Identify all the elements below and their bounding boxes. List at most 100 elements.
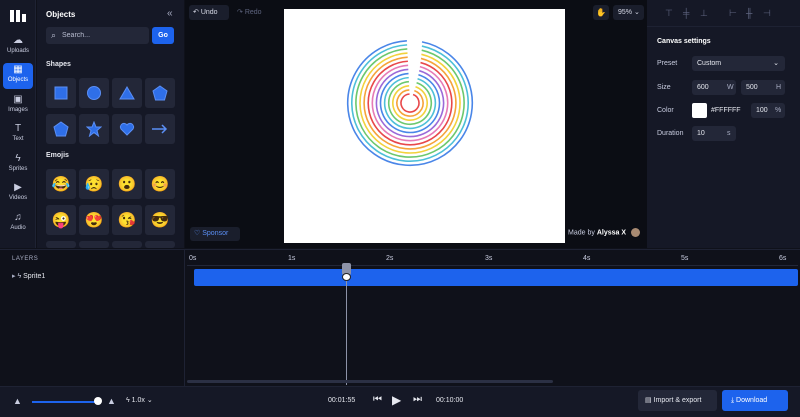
emoji-tile[interactable]: 😎 (145, 205, 175, 235)
rail-item-label: Sprites (8, 166, 28, 172)
align-middle-icon[interactable]: ╪ (683, 8, 689, 18)
mountain-small-icon: ▲ (13, 396, 22, 406)
zoom-slider-track[interactable] (32, 401, 98, 403)
cloud-upload-icon: ☁ (13, 35, 23, 46)
hand-tool-icon[interactable]: ✋ (593, 5, 609, 20)
search-icon: ⌕ (51, 30, 57, 40)
avatar (630, 228, 640, 237)
rail-item-label: Audio (10, 225, 26, 231)
emoji-tile-partial[interactable] (79, 241, 109, 248)
emoji-tile[interactable]: 😘 (112, 205, 142, 235)
align-left-icon[interactable]: ⊢ (729, 8, 737, 19)
rail-item-images[interactable]: ▣ Images (3, 93, 33, 119)
shape-arrow[interactable] (145, 114, 175, 144)
emoji-tile-partial[interactable] (145, 241, 175, 248)
align-bottom-icon[interactable]: ⊥ (700, 8, 708, 19)
ruler-tick: 3s (485, 255, 493, 262)
preset-select[interactable]: Custom ⌄ (692, 56, 785, 71)
emoji-tile[interactable]: 😍 (79, 205, 109, 235)
collapse-panel-icon[interactable]: « (167, 8, 173, 19)
layer-row[interactable]: ▸ ϟ Sprite1 (12, 272, 45, 280)
tool-rail: ☁ Uploads ▦ Objects ▣ Images T Text ϟ Sp… (0, 0, 36, 248)
canvas-board[interactable] (284, 9, 565, 243)
panel-title: Objects (46, 10, 76, 19)
rail-item-objects[interactable]: ▦ Objects (3, 63, 33, 89)
zoom-slider-handle[interactable] (94, 397, 102, 405)
spiral-ring (375, 68, 445, 138)
chevron-down-icon: ⌄ (144, 397, 153, 404)
star-icon (86, 121, 102, 137)
sprite-track-bar[interactable] (194, 269, 798, 286)
chevron-down-icon: ⌄ (773, 60, 779, 67)
ruler-tick: 6s (779, 255, 787, 262)
ruler-tick: 2s (386, 255, 394, 262)
end-time: 00:10:00 (436, 397, 464, 404)
undo-button[interactable]: ↶ Undo (189, 5, 229, 20)
heart-icon (119, 122, 135, 136)
shape-heart[interactable] (112, 114, 142, 144)
color-hex-field[interactable]: #FFFFFF (707, 103, 748, 118)
chevron-down-icon: ⌄ (633, 9, 640, 16)
shape-square[interactable] (46, 78, 76, 108)
zoom-select[interactable]: 95% ⌄ (613, 5, 644, 20)
download-button[interactable]: ⤓ Download (722, 390, 788, 411)
emoji-tile[interactable]: 😜 (46, 205, 76, 235)
shape-circle[interactable] (79, 78, 109, 108)
emoji-tile-partial[interactable] (112, 241, 142, 248)
skip-back-icon[interactable]: ⏮ (373, 394, 382, 405)
search-input[interactable] (62, 29, 146, 42)
rail-item-label: Images (8, 107, 28, 113)
objects-panel: Objects « ⌕ Go Shapes E (37, 0, 219, 248)
shape-pentagon[interactable] (145, 78, 175, 108)
rail-item-label: Videos (8, 195, 28, 201)
speed-select[interactable]: ϟ 1.0x ⌄ (126, 396, 153, 404)
ruler-tick: 1s (288, 255, 296, 262)
opacity-value: 100 (756, 107, 768, 114)
save-icon: ▤ (645, 397, 654, 404)
emoji-tile[interactable]: 😊 (145, 169, 175, 199)
shape-star[interactable] (79, 114, 109, 144)
preset-label: Preset (657, 60, 678, 67)
rail-item-audio[interactable]: ♫ Audio (3, 211, 33, 237)
height-value: 500 (746, 84, 758, 91)
preset-value: Custom (697, 60, 722, 67)
layer-name: Sprite1 (23, 273, 46, 280)
go-button[interactable]: Go (152, 27, 174, 44)
ruler-tick: 4s (583, 255, 591, 262)
made-by-credit[interactable]: Made by Alyssa X (568, 228, 640, 237)
emoji-tile[interactable]: 😮 (112, 169, 142, 199)
bars-logo-icon[interactable] (9, 9, 27, 23)
rail-item-label: Uploads (6, 48, 29, 54)
made-by-name: Alyssa X (596, 229, 626, 237)
emoji-tile-partial[interactable] (46, 241, 76, 248)
align-center-icon[interactable]: ╫ (746, 8, 752, 18)
skip-forward-icon[interactable]: ⏭ (413, 394, 422, 405)
shape-pentagon-outline[interactable] (46, 114, 76, 144)
align-top-icon[interactable]: ⊤ (665, 8, 673, 19)
circle-icon (87, 86, 101, 100)
keyframe-handle[interactable] (342, 273, 351, 281)
spiral-ring (346, 39, 474, 167)
shape-triangle[interactable] (112, 78, 142, 108)
redo-button[interactable]: ↷ Redo (233, 5, 271, 20)
emoji-tile[interactable]: 😂 (46, 169, 76, 199)
ruler-line (187, 265, 798, 266)
rail-item-text[interactable]: T Text (3, 122, 33, 148)
size-label: Size (657, 84, 671, 91)
play-icon[interactable]: ▶ (392, 393, 401, 407)
timeline-scrollbar[interactable] (187, 380, 553, 383)
mountain-large-icon: ▲ (107, 396, 116, 406)
emoji-tile[interactable]: 😥 (79, 169, 109, 199)
color-swatch[interactable] (692, 103, 707, 118)
align-right-icon[interactable]: ⊣ (763, 8, 771, 19)
made-by-prefix: Made by (568, 229, 595, 237)
emojis-section-title: Emojis (46, 152, 69, 159)
sponsor-button[interactable]: ♡ Sponsor (190, 227, 240, 241)
import-export-button[interactable]: ▤ Import & export (638, 390, 717, 411)
arrow-icon (152, 124, 168, 134)
rail-item-videos[interactable]: ▶ Videos (3, 181, 33, 207)
playhead-line[interactable] (346, 264, 347, 385)
rail-item-uploads[interactable]: ☁ Uploads (3, 34, 33, 60)
ruler-tick: 5s (681, 255, 689, 262)
rail-item-sprites[interactable]: ϟ Sprites (3, 152, 33, 178)
